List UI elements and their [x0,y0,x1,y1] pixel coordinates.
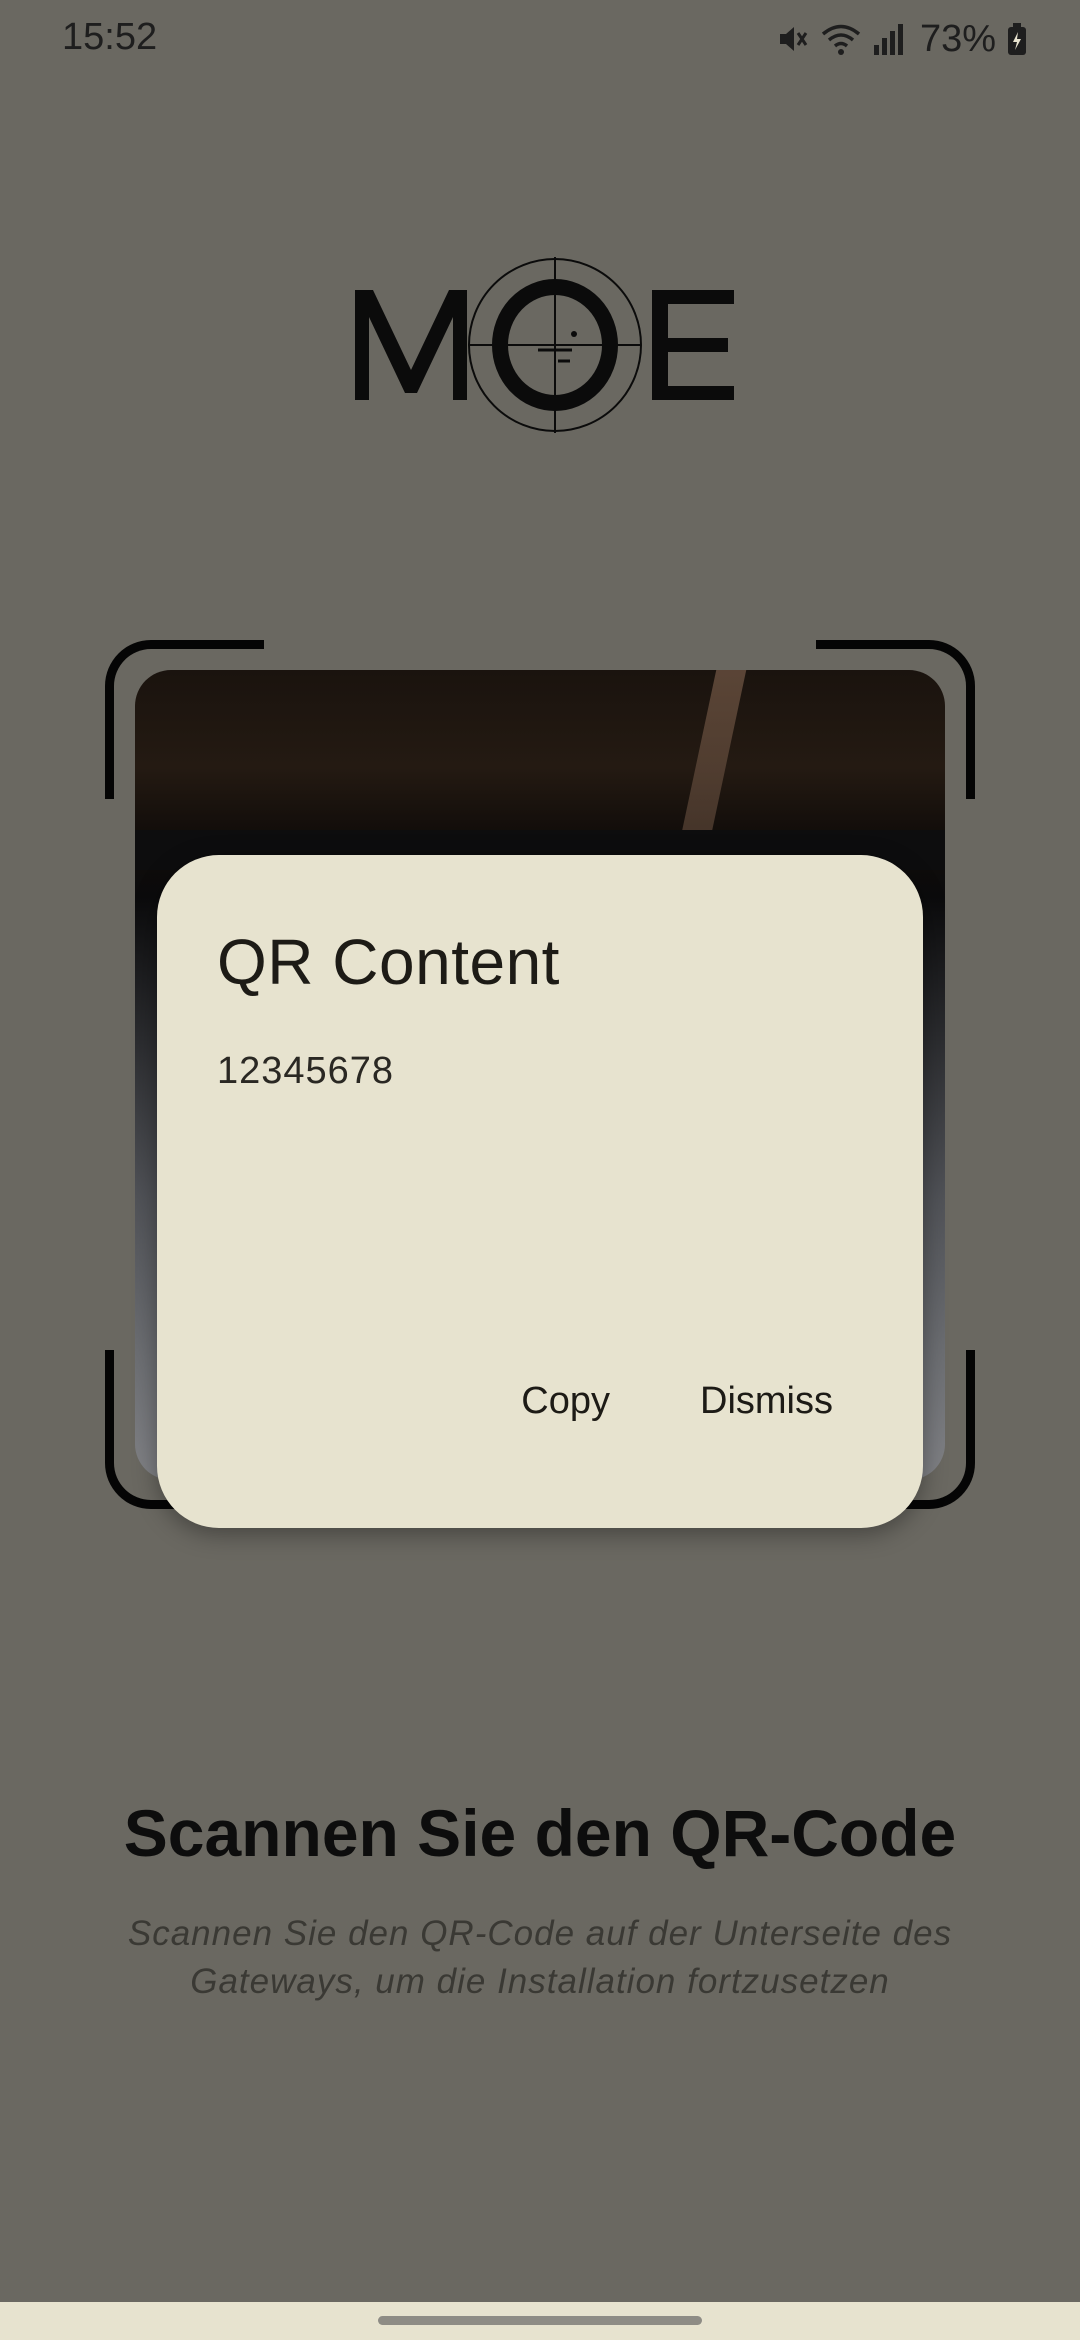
dismiss-button[interactable]: Dismiss [700,1370,833,1433]
signal-icon [872,21,906,57]
scanner-corner-top-left [105,640,264,799]
status-time: 15:52 [62,16,158,58]
battery-percent: 73% [919,17,996,60]
copy-button[interactable]: Copy [521,1370,610,1433]
dialog-title: QR Content [217,926,560,998]
page-description: Scannen Sie den QR-Code auf der Untersei… [127,1914,953,2001]
home-gesture-handle[interactable] [378,2316,702,2325]
moe-logo [350,255,735,435]
status-bar: 15:52 73% [0,0,1080,80]
wifi-icon [820,21,862,57]
mute-icon [774,21,810,57]
qr-content-value: 12345678 [217,1050,395,1092]
qr-content-dialog: QR Content 12345678 Copy Dismiss [157,855,923,1528]
battery-icon [1006,21,1028,57]
dialog-actions: Copy Dismiss [521,1370,833,1433]
scanner-corner-top-right [816,640,975,799]
status-icons: 73% [774,14,1028,64]
navigation-bar [0,2302,1080,2340]
page-title: Scannen Sie den QR-Code [123,1796,957,1870]
